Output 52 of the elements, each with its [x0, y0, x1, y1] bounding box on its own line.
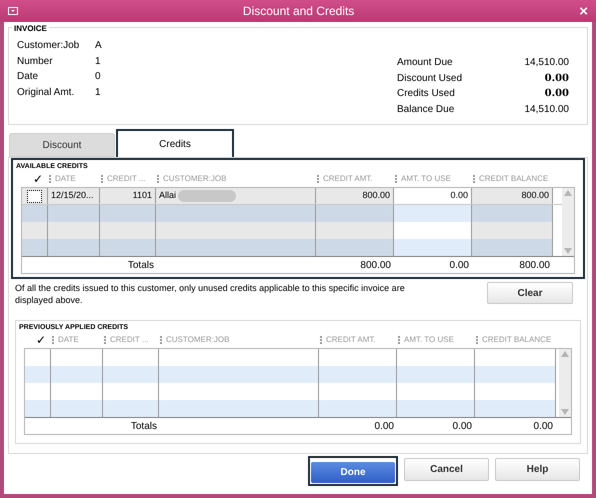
- table-cell: 12/15/20...: [48, 188, 100, 204]
- dialog-button[interactable]: Help: [495, 458, 580, 481]
- column-header[interactable]: CREDIT BALANCE: [479, 173, 548, 185]
- column-header[interactable]: CREDIT ...: [107, 173, 146, 185]
- field-label: Discount Used: [397, 72, 464, 86]
- field-label: Original Amt.: [17, 86, 76, 100]
- total-value: 800.00: [519, 258, 550, 272]
- tab[interactable]: Credits: [116, 129, 234, 157]
- table-cell-text: Allai: [159, 189, 176, 202]
- column-header[interactable]: CUSTOMER:JOB: [166, 334, 230, 346]
- field-value: 1: [95, 86, 101, 100]
- table-cell: 800.00: [316, 188, 394, 204]
- field-value: 0: [95, 70, 101, 84]
- column-header[interactable]: CUSTOMER:JOB: [163, 173, 226, 185]
- total-value: 0.00: [374, 420, 394, 434]
- column-header[interactable]: AMT. TO USE: [404, 334, 454, 346]
- dialog-button[interactable]: Cancel: [404, 458, 489, 481]
- field-label: Amount Due: [397, 56, 454, 70]
- field-label: Customer:Job: [17, 39, 80, 53]
- total-value: 800.00: [360, 258, 391, 272]
- field-value: 14,510.00: [524, 56, 569, 70]
- field-label: Date: [17, 70, 40, 84]
- column-header[interactable]: DATE: [58, 334, 79, 346]
- field-value: 0.00: [544, 72, 569, 86]
- column-header[interactable]: CREDIT BALANCE: [482, 334, 552, 346]
- field-value: 1: [95, 54, 101, 68]
- tab[interactable]: Discount: [9, 133, 115, 157]
- total-value: 0.00: [452, 420, 472, 434]
- column-header[interactable]: CREDIT ...: [110, 334, 149, 346]
- totals-label: Totals: [130, 420, 157, 434]
- window-title: Discount and Credits: [242, 3, 356, 20]
- done-button[interactable]: Done: [311, 462, 395, 483]
- clear-button[interactable]: Clear: [487, 282, 573, 304]
- note-text: Of all the credits issued to this customer, only unused credits applicable to this specific invoice are displayed above.: [15, 282, 406, 306]
- field-value: A: [95, 39, 102, 53]
- check-column-header: ✓: [33, 171, 43, 188]
- field-label: Credits Used: [397, 87, 456, 101]
- table-cell: 1101: [100, 188, 156, 204]
- total-value: 0.00: [534, 420, 553, 434]
- totals-label: Totals: [128, 258, 154, 272]
- column-header[interactable]: CREDIT AMT.: [323, 173, 373, 185]
- field-label: Number: [17, 54, 54, 68]
- field-value: 14,510.00: [524, 102, 569, 116]
- table-cell: 800.00: [472, 188, 553, 204]
- total-value: 0.00: [450, 258, 469, 272]
- check-column-header: ✓: [36, 332, 46, 349]
- field-label: Balance Due: [397, 102, 456, 116]
- column-header[interactable]: AMT. TO USE: [401, 173, 451, 185]
- close-button[interactable]: ×: [579, 4, 588, 18]
- column-header[interactable]: CREDIT AMT.: [326, 334, 376, 346]
- field-value: 0.00: [544, 87, 569, 101]
- column-header[interactable]: DATE: [55, 173, 76, 185]
